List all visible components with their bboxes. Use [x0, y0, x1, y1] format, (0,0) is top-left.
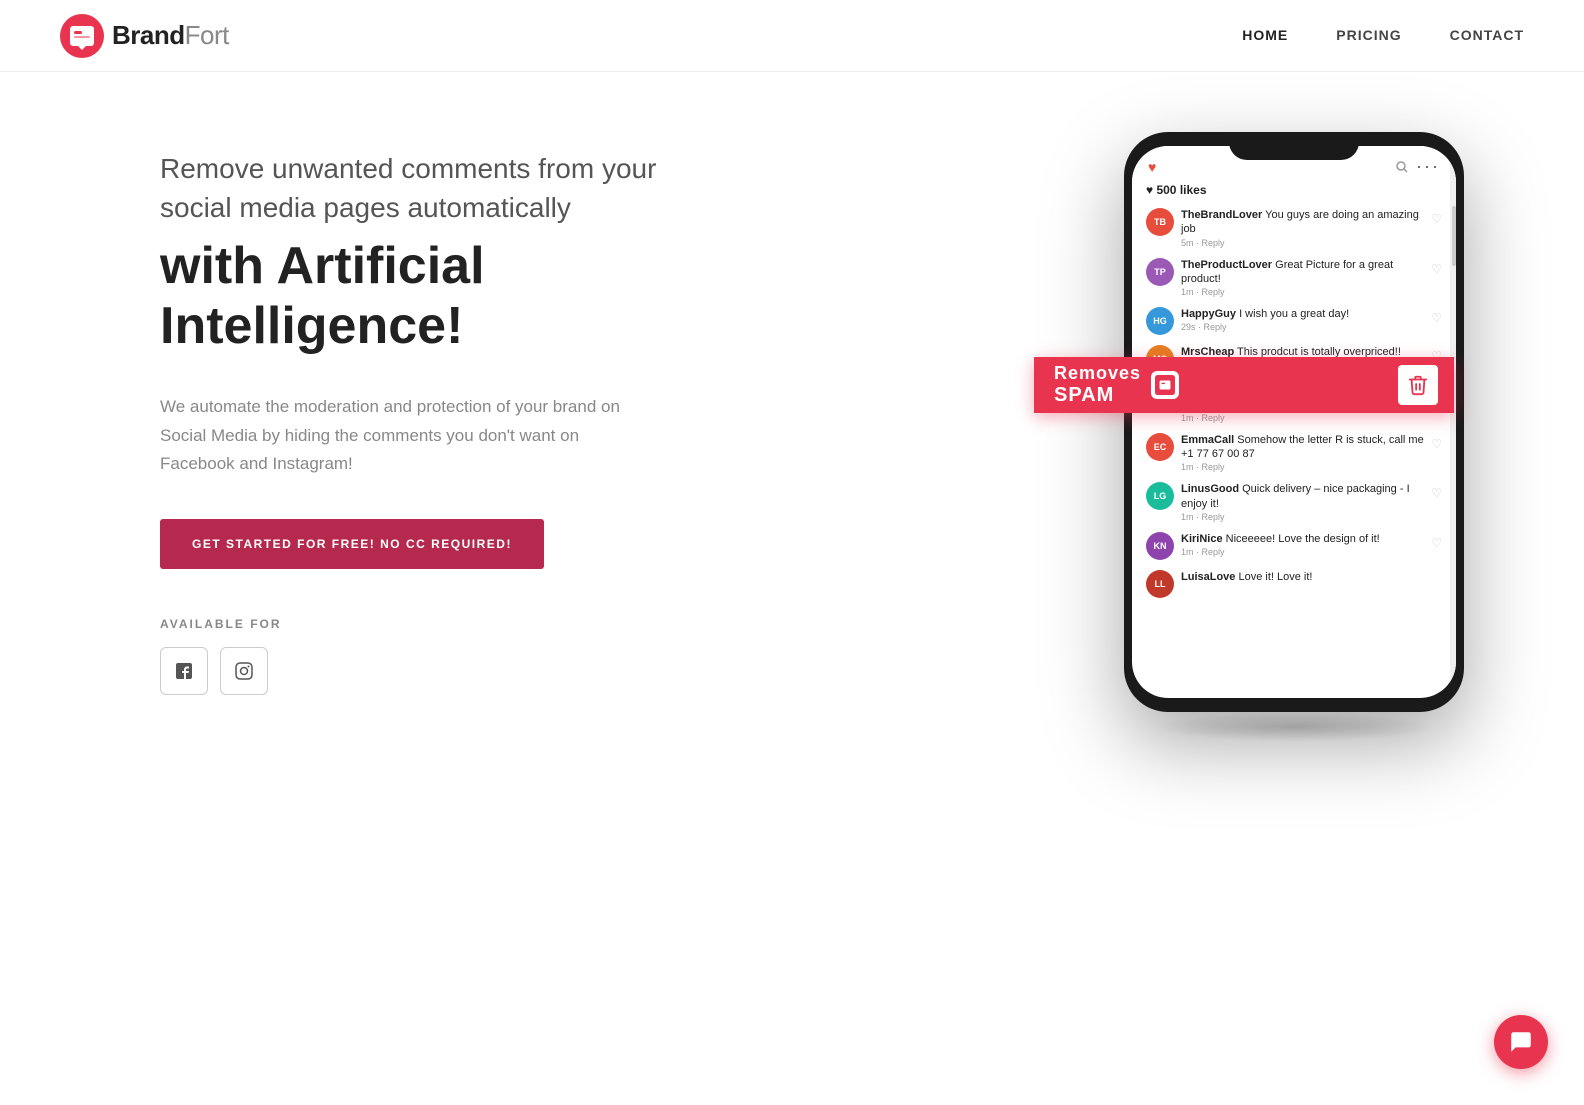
cta-button[interactable]: GET STARTED FOR FREE! NO CC REQUIRED!: [160, 519, 544, 569]
comment-item: KN KiriNice Niceeeee! Love the design of…: [1136, 527, 1452, 565]
heart-icon[interactable]: ♡: [1431, 208, 1442, 226]
nav-link-home[interactable]: HOME: [1242, 27, 1288, 43]
comment-text: LuisaLove Love it! Love it!: [1181, 570, 1442, 584]
hero-left: Remove unwanted comments from your socia…: [160, 149, 700, 696]
comment-item: LG LinusGood Quick delivery – nice packa…: [1136, 477, 1452, 527]
nav-item-contact[interactable]: CONTACT: [1450, 27, 1524, 45]
likes-bar: ♥ 500 likes: [1132, 181, 1456, 203]
heart-icon[interactable]: ♡: [1431, 482, 1442, 500]
hero-description: We automate the moderation and protectio…: [160, 393, 640, 480]
avatar: TP: [1146, 258, 1174, 286]
spam-banner: RemovesSPAM: [1034, 357, 1454, 413]
heart-icon: ♥: [1148, 159, 1156, 175]
facebook-icon: [175, 662, 193, 680]
comment-meta: 1m · Reply: [1181, 413, 1424, 423]
avatar: LL: [1146, 570, 1174, 598]
comment-content: TheProductLover Great Picture for a grea…: [1181, 258, 1424, 298]
phone-shadow: [1154, 712, 1434, 742]
logo-text: BrandFort: [112, 20, 229, 51]
avatar: HG: [1146, 307, 1174, 335]
comment-item: TB TheBrandLover You guys are doing an a…: [1136, 203, 1452, 253]
chat-fab-button[interactable]: [1494, 1015, 1548, 1069]
nav-link-contact[interactable]: CONTACT: [1450, 27, 1524, 43]
trash-icon: [1407, 374, 1429, 396]
comment-content: HappyGuy I wish you a great day! 29s · R…: [1181, 307, 1424, 332]
instagram-icon: [235, 662, 253, 680]
comment-meta: 1m · Reply: [1181, 287, 1424, 297]
comment-text: LinusGood Quick delivery – nice packagin…: [1181, 482, 1424, 511]
spam-text: SPAM: [1054, 384, 1114, 406]
nav-link-pricing[interactable]: PRICING: [1336, 27, 1401, 43]
comment-content: LinusGood Quick delivery – nice packagin…: [1181, 482, 1424, 522]
social-icons: [160, 647, 700, 695]
heart-icon[interactable]: ♡: [1431, 433, 1442, 451]
available-for-label: AVAILABLE FOR: [160, 617, 700, 631]
avatar: LG: [1146, 482, 1174, 510]
comment-content: TheBrandLover You guys are doing an amaz…: [1181, 208, 1424, 248]
nav-item-pricing[interactable]: PRICING: [1336, 27, 1401, 45]
comment-item: TP TheProductLover Great Picture for a g…: [1136, 253, 1452, 303]
comment-item: EC EmmaCall Somehow the letter R is stuc…: [1136, 428, 1452, 478]
avatar: EC: [1146, 433, 1174, 461]
heart-icon[interactable]: ♡: [1431, 532, 1442, 550]
phone-shell: ♥ ··· ♥ 500 likes: [1124, 132, 1464, 712]
scrollbar-thumb: [1452, 206, 1456, 266]
trash-icon-button[interactable]: [1398, 365, 1438, 405]
spam-label: RemovesSPAM: [1054, 363, 1179, 407]
navbar: BrandFort HOME PRICING CONTACT: [0, 0, 1584, 72]
comment-text: HappyGuy I wish you a great day!: [1181, 307, 1424, 321]
phone-notch: [1229, 132, 1359, 160]
comment-meta: 1m · Reply: [1181, 512, 1424, 522]
nav-item-home[interactable]: HOME: [1242, 27, 1288, 45]
chat-icon: [1508, 1029, 1534, 1055]
search-icon: [1394, 159, 1410, 175]
comment-text: EmmaCall Somehow the letter R is stuck, …: [1181, 433, 1424, 462]
hero-subtitle: Remove unwanted comments from your socia…: [160, 149, 700, 227]
comment-meta: 29s · Reply: [1181, 322, 1424, 332]
comment-text: TheBrandLover You guys are doing an amaz…: [1181, 208, 1424, 237]
hero-section: Remove unwanted comments from your socia…: [0, 72, 1584, 772]
comment-meta: 1m · Reply: [1181, 462, 1424, 472]
brandfort-icon: [1151, 371, 1179, 399]
facebook-icon-button[interactable]: [160, 647, 208, 695]
heart-icon[interactable]: ♡: [1431, 307, 1442, 325]
logo-icon: [60, 14, 104, 58]
nav-links: HOME PRICING CONTACT: [1242, 27, 1524, 45]
removes-text: RemovesSPAM: [1054, 363, 1141, 407]
comment-item: LL LuisaLove Love it! Love it!: [1136, 565, 1452, 603]
avatar: TB: [1146, 208, 1174, 236]
comment-content: EmmaCall Somehow the letter R is stuck, …: [1181, 433, 1424, 473]
logo[interactable]: BrandFort: [60, 14, 229, 58]
comment-content: KiriNice Niceeeee! Love the design of it…: [1181, 532, 1424, 557]
comment-content: LuisaLove Love it! Love it!: [1181, 570, 1442, 584]
comment-meta: 5m · Reply: [1181, 238, 1424, 248]
comment-text: TheProductLover Great Picture for a grea…: [1181, 258, 1424, 287]
comment-meta: 1m · Reply: [1181, 547, 1424, 557]
comment-text: KiriNice Niceeeee! Love the design of it…: [1181, 532, 1424, 546]
hero-right: ♥ ··· ♥ 500 likes: [1124, 132, 1464, 712]
comment-item: HG HappyGuy I wish you a great day! 29s …: [1136, 302, 1452, 340]
avatar: KN: [1146, 532, 1174, 560]
phone-wrapper: ♥ ··· ♥ 500 likes: [1124, 132, 1464, 712]
instagram-icon-button[interactable]: [220, 647, 268, 695]
phone-screen: ♥ ··· ♥ 500 likes: [1132, 146, 1456, 698]
hero-title: with Artificial Intelligence!: [160, 237, 700, 357]
heart-icon[interactable]: ♡: [1431, 258, 1442, 276]
